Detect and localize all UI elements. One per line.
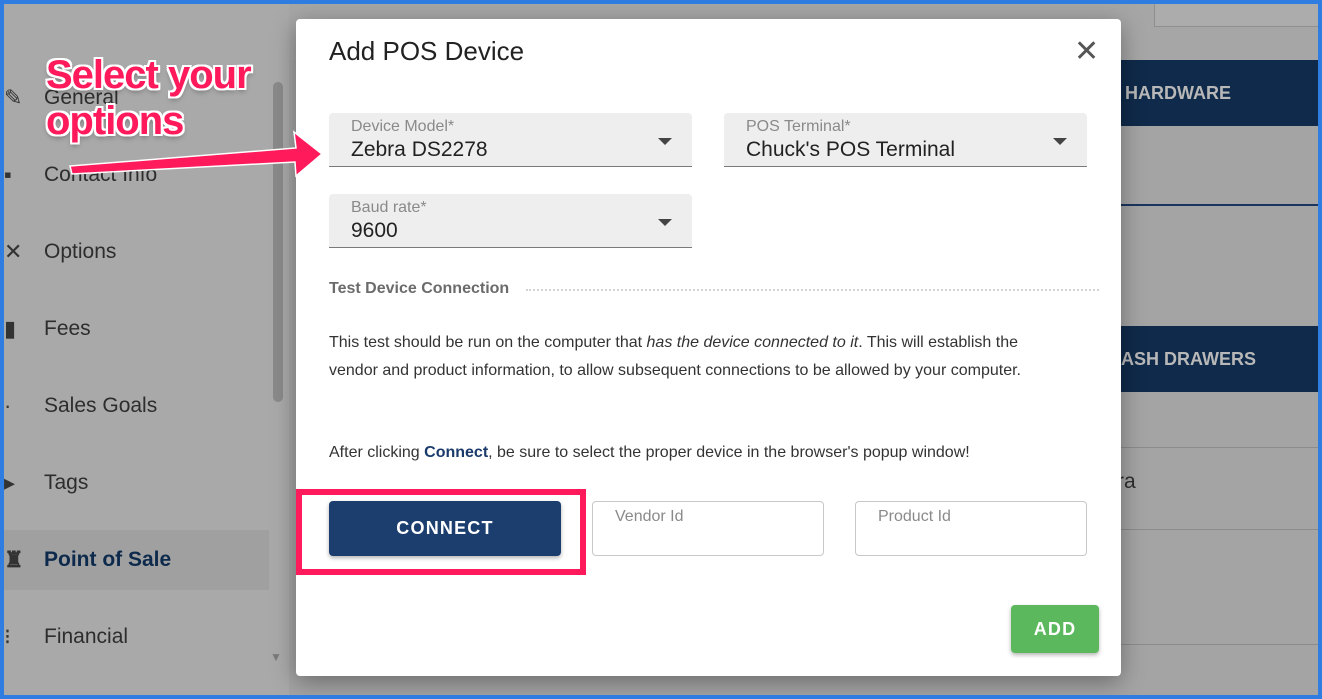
screenshot-frame: ✎ General ▪ Contact Info ✕ Options ▮ Fee… <box>0 0 1322 699</box>
annotation-arrow-icon <box>69 130 324 178</box>
connect-highlight-box <box>296 489 586 575</box>
arrow-shape <box>69 130 324 178</box>
